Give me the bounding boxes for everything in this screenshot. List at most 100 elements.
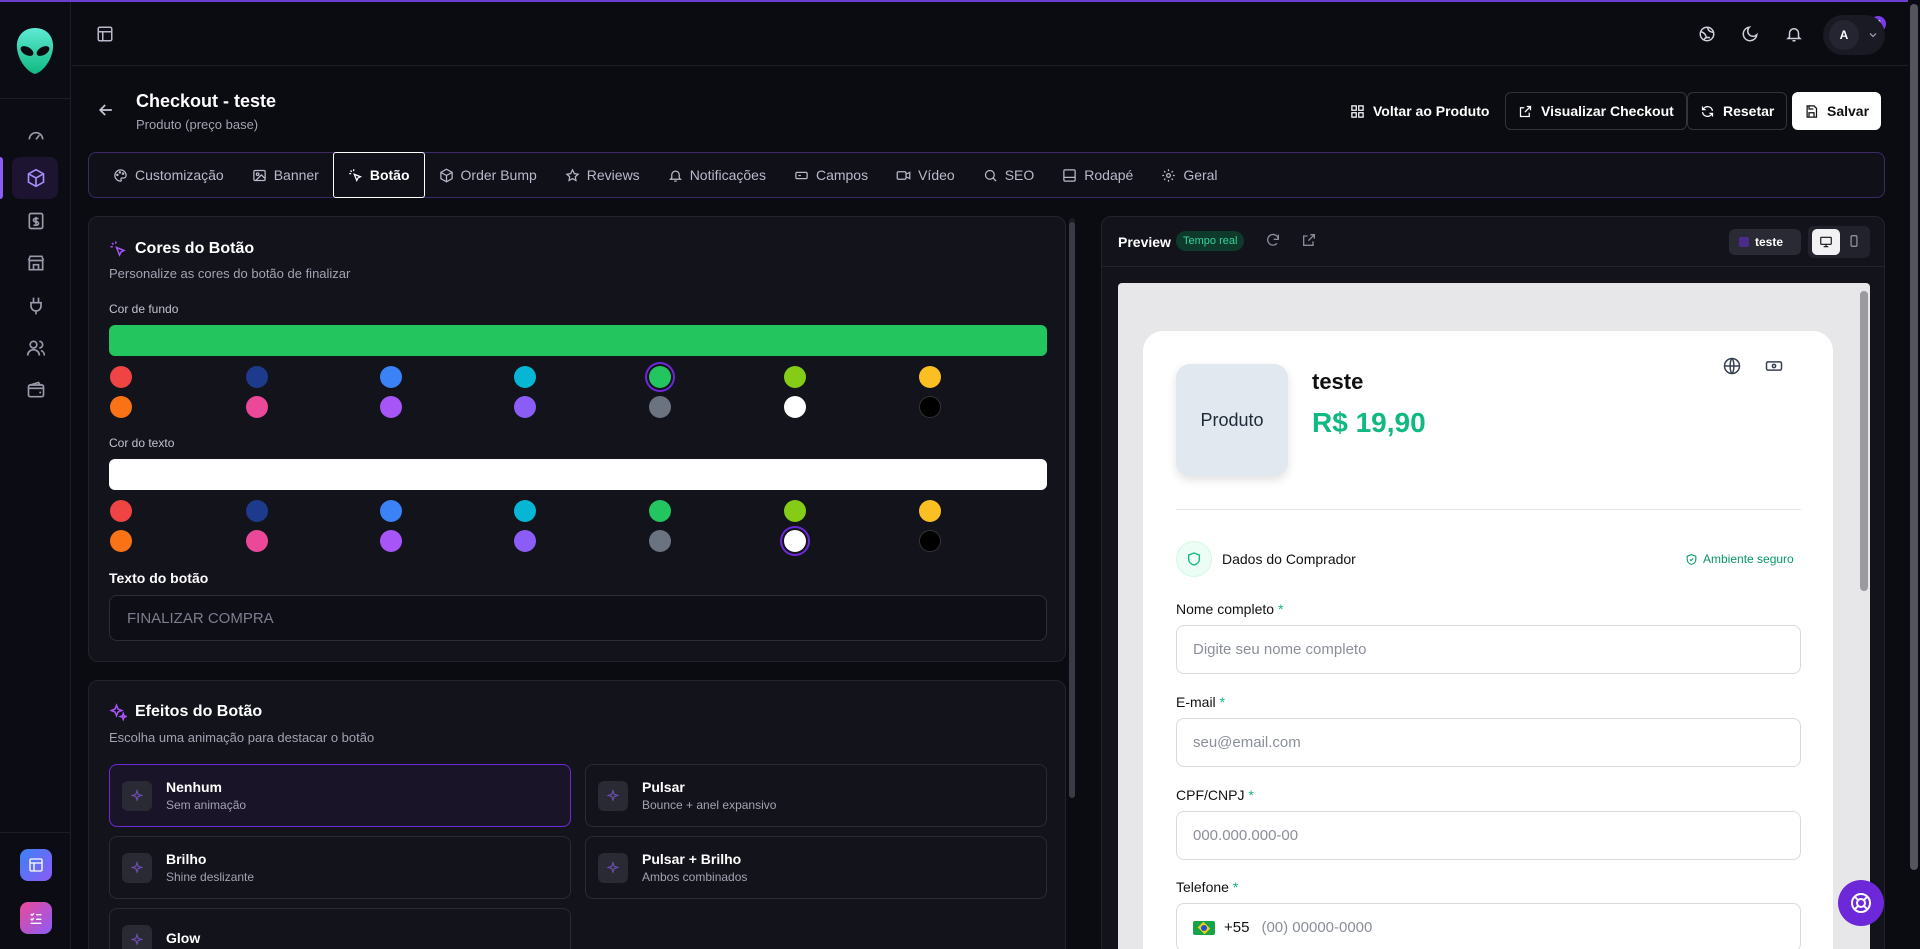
bg-color-swatch[interactable]	[246, 396, 268, 418]
text-color-swatch[interactable]	[514, 500, 536, 522]
tab-reviews[interactable]: Reviews	[551, 153, 654, 197]
globe-icon[interactable]	[1691, 18, 1723, 50]
bg-color-swatch[interactable]	[649, 366, 671, 388]
globe-icon[interactable]	[1719, 353, 1745, 379]
palette-icon	[114, 168, 127, 182]
tab-seo[interactable]: SEO	[969, 153, 1049, 197]
bg-color-swatch[interactable]	[380, 366, 402, 388]
alien-logo[interactable]	[14, 26, 56, 76]
save-button[interactable]: Salvar	[1792, 92, 1882, 130]
phone-prefix: +55	[1224, 919, 1250, 936]
tab-video[interactable]: Vídeo	[882, 153, 969, 197]
products-box-icon[interactable]	[24, 166, 48, 190]
external-link-icon[interactable]	[1301, 232, 1317, 253]
text-color-swatch[interactable]	[246, 500, 268, 522]
bg-color-preview-bar[interactable]	[109, 325, 1047, 356]
theme-chip[interactable]: teste	[1729, 229, 1801, 255]
text-color-swatch[interactable]	[784, 500, 806, 522]
save-disk-icon	[1806, 104, 1818, 118]
phone-input[interactable]: +55 (00) 00000-0000	[1176, 903, 1801, 949]
text-color-swatch[interactable]	[514, 530, 536, 552]
bg-color-swatch[interactable]	[784, 396, 806, 418]
gear-icon	[1162, 168, 1176, 182]
text-color-swatch[interactable]	[784, 530, 806, 552]
effect-name: Glow	[166, 930, 201, 946]
tab-customizacao[interactable]: Customização	[99, 153, 238, 197]
tab-label: Botão	[369, 167, 410, 183]
bg-color-swatch[interactable]	[514, 396, 536, 418]
bg-color-swatch[interactable]	[784, 366, 806, 388]
finance-dollar-icon[interactable]	[24, 209, 48, 233]
desktop-icon[interactable]	[1812, 229, 1840, 255]
bg-color-swatch[interactable]	[919, 396, 941, 418]
back-to-product-button[interactable]: Voltar ao Produto	[1338, 92, 1501, 130]
tab-banner[interactable]: Banner	[238, 153, 333, 197]
plug-icon[interactable]	[24, 294, 48, 318]
button-text-input[interactable]: FINALIZAR COMPRA	[109, 595, 1047, 641]
cpf-input[interactable]: 000.000.000-00	[1176, 811, 1801, 860]
tab-geral[interactable]: Geral	[1147, 153, 1231, 197]
email-input[interactable]: seu@email.com	[1176, 718, 1801, 767]
name-input[interactable]: Digite seu nome completo	[1176, 625, 1801, 674]
effect-option-none[interactable]: Nenhum Sem animação	[109, 764, 571, 827]
users-icon[interactable]	[24, 336, 48, 360]
bell-icon[interactable]	[1778, 18, 1810, 50]
store-icon[interactable]	[24, 251, 48, 275]
wallet-icon[interactable]	[24, 378, 48, 402]
refresh-icon	[1701, 105, 1714, 117]
text-color-swatch[interactable]	[649, 530, 671, 552]
tab-campos[interactable]: Campos	[780, 153, 882, 197]
text-color-swatch[interactable]	[649, 500, 671, 522]
reset-button[interactable]: Resetar	[1687, 92, 1788, 130]
dashboard-gauge-icon[interactable]	[24, 124, 48, 148]
bg-color-swatch[interactable]	[246, 366, 268, 388]
bg-color-swatch[interactable]	[380, 396, 402, 418]
button-colors-desc: Personalize as cores do botão de finaliz…	[109, 266, 351, 281]
panel-toggle-icon[interactable]	[89, 18, 121, 50]
left-panel-scroll-thumb[interactable]	[1069, 222, 1075, 798]
mobile-icon[interactable]	[1847, 234, 1861, 253]
brazil-flag-icon	[1193, 920, 1215, 935]
currency-icon[interactable]	[1761, 353, 1787, 379]
text-color-swatch[interactable]	[246, 530, 268, 552]
checkout-card: Produto teste R$ 19,90 Dados do Comprado…	[1143, 331, 1833, 949]
bg-color-swatch[interactable]	[110, 366, 132, 388]
bg-color-swatch[interactable]	[110, 396, 132, 418]
checkout-preview-frame: Produto teste R$ 19,90 Dados do Comprado…	[1118, 283, 1870, 949]
text-color-preview-bar[interactable]	[109, 459, 1047, 490]
text-color-swatch[interactable]	[380, 530, 402, 552]
text-color-swatch[interactable]	[110, 500, 132, 522]
effect-option-glow[interactable]: Glow	[109, 908, 571, 949]
sparkle-icon	[122, 852, 152, 883]
checklist-app-icon[interactable]	[20, 902, 52, 934]
text-color-swatch[interactable]	[380, 500, 402, 522]
tab-order-bump[interactable]: Order Bump	[425, 153, 551, 197]
preview-scrollbar[interactable]	[1860, 291, 1868, 591]
moon-icon[interactable]	[1734, 18, 1766, 50]
effect-option-pulse-shine[interactable]: Pulsar + Brilho Ambos combinados	[585, 836, 1047, 899]
effect-option-pulse[interactable]: Pulsar Bounce + anel expansivo	[585, 764, 1047, 827]
bell-icon	[668, 170, 682, 182]
page-scroll-thumb[interactable]	[1910, 4, 1918, 870]
bg-color-swatch[interactable]	[919, 366, 941, 388]
preview-checkout-button[interactable]: Visualizar Checkout	[1505, 92, 1687, 130]
refresh-icon[interactable]	[1265, 232, 1281, 253]
tab-botao[interactable]: Botão	[332, 152, 425, 198]
layout-app-icon[interactable]	[20, 849, 52, 881]
text-color-swatch[interactable]	[110, 530, 132, 552]
back-arrow-icon[interactable]	[96, 100, 116, 120]
user-menu[interactable]: A	[1823, 15, 1885, 55]
tab-notificacoes[interactable]: Notificações	[654, 153, 780, 197]
bg-color-swatch[interactable]	[649, 396, 671, 418]
box-icon	[439, 168, 453, 182]
tab-label: SEO	[1004, 167, 1035, 183]
help-lifebuoy-icon[interactable]	[1838, 880, 1884, 926]
effect-sub: Ambos combinados	[642, 870, 748, 884]
shield-check-icon	[1686, 553, 1697, 565]
effect-option-shine[interactable]: Brilho Shine deslizante	[109, 836, 571, 899]
bg-color-swatch[interactable]	[514, 366, 536, 388]
text-color-swatch[interactable]	[919, 530, 941, 552]
text-color-swatch[interactable]	[919, 500, 941, 522]
field-label-text: E-mail	[1176, 694, 1216, 710]
tab-rodape[interactable]: Rodapé	[1048, 153, 1147, 197]
